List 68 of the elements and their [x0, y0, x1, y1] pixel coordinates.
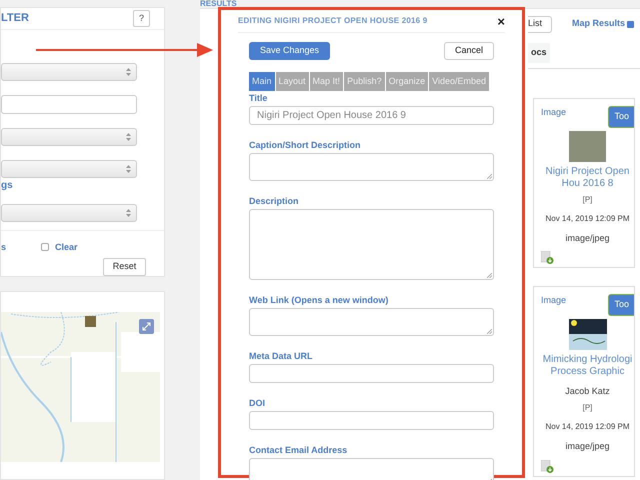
field-label: Meta Data URL: [249, 351, 314, 362]
text-input[interactable]: Nigiri Project Open House 2016 9: [249, 106, 494, 125]
checkbox[interactable]: [41, 243, 50, 252]
updown-caret-icon: [126, 208, 131, 216]
select-dropdown[interactable]: [1, 204, 137, 222]
editor-tab[interactable]: Video/Embed: [429, 72, 489, 91]
editor-tab[interactable]: Publish?: [344, 72, 385, 91]
flag-text: [P]: [582, 194, 592, 206]
expand-icon: [142, 322, 151, 331]
expand-map-button[interactable]: [139, 319, 154, 334]
section-title: RESULTS: [200, 0, 238, 8]
option-label: Clear: [55, 240, 78, 254]
type-label: Image: [541, 294, 566, 307]
help-button[interactable]: ?: [133, 10, 150, 27]
text-area[interactable]: [249, 308, 494, 336]
text-area[interactable]: [249, 458, 494, 480]
author-text: Jacob Katz: [565, 384, 610, 398]
map-photo-marker[interactable]: [85, 316, 96, 327]
resize-grip-icon: [487, 174, 492, 179]
download-file-icon[interactable]: [541, 251, 554, 264]
result-title[interactable]: Mimicking Hydrologi Process Graphic: [540, 354, 634, 378]
download-file-icon[interactable]: [541, 460, 554, 472]
tools-button[interactable]: Too: [608, 106, 634, 128]
select-dropdown[interactable]: [1, 128, 137, 146]
resize-grip-icon: [487, 273, 492, 278]
date-text: Nov 14, 2019 12:09 PM: [545, 212, 630, 224]
photo-placeholder: [569, 130, 606, 162]
updown-caret-icon: [126, 164, 131, 172]
list-button[interactable]: List: [528, 16, 552, 32]
updown-caret-icon: [126, 132, 131, 140]
field-label: Title: [249, 93, 268, 104]
field-label: gs: [1, 180, 14, 190]
field-label: DOI: [249, 398, 266, 409]
map-results-label: Map Results: [572, 17, 626, 30]
text-input[interactable]: [249, 364, 494, 383]
cancel-button[interactable]: Cancel: [444, 42, 494, 60]
reset-button[interactable]: Reset: [103, 258, 146, 276]
diagram-thumbnail: [568, 318, 606, 350]
panel-title: LTER: [1, 11, 29, 26]
updown-caret-icon: [126, 68, 131, 76]
text-area[interactable]: [249, 153, 494, 181]
field-label: Contact Email Address: [249, 445, 348, 456]
close-button[interactable]: ×: [497, 14, 505, 28]
docs-tab[interactable]: ocs: [528, 43, 550, 62]
editor-tab[interactable]: Main: [249, 72, 275, 91]
mime-text: image/jpeg: [565, 440, 610, 453]
mime-text: image/jpeg: [565, 232, 610, 245]
select-dropdown[interactable]: [1, 160, 137, 178]
date-text: Nov 14, 2019 12:09 PM: [545, 421, 630, 433]
checkbox[interactable]: [627, 20, 634, 28]
option-label: s: [1, 240, 6, 254]
dialog-title: EDITING NIGIRI PROJECT OPEN HOUSE 2016 9: [238, 15, 428, 27]
editor-tab[interactable]: Organize: [386, 72, 428, 91]
editor-tab[interactable]: Map It!: [310, 72, 344, 91]
text-area[interactable]: [249, 209, 494, 280]
type-label: Image: [541, 106, 566, 119]
result-title[interactable]: Nigiri Project Open Hou 2016 8: [540, 166, 634, 190]
editor-tab[interactable]: Layout: [276, 72, 309, 91]
tools-button[interactable]: Too: [608, 294, 634, 316]
resize-grip-icon: [487, 329, 492, 334]
field-label: Web Link (Opens a new window): [249, 295, 390, 306]
flag-text: [P]: [582, 402, 592, 414]
field-label: Description: [249, 196, 300, 207]
field-label: Caption/Short Description: [249, 140, 362, 151]
input-field[interactable]: [1, 94, 137, 114]
text-input[interactable]: [249, 411, 494, 430]
select-dropdown[interactable]: [1, 62, 137, 80]
save-changes-button[interactable]: Save Changes: [249, 42, 330, 60]
